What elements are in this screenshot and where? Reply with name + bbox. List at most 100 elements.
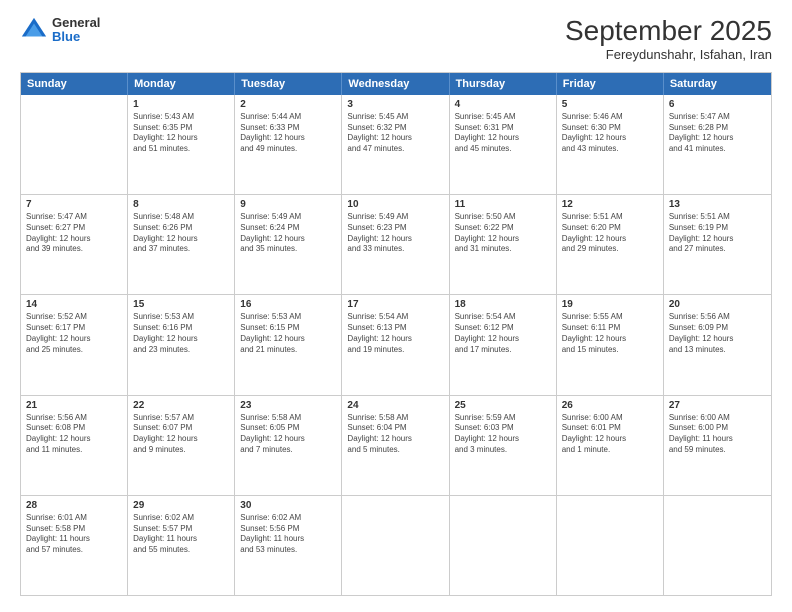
header-day-sunday: Sunday <box>21 73 128 95</box>
header-day-tuesday: Tuesday <box>235 73 342 95</box>
day-number: 4 <box>455 99 551 110</box>
day-number: 7 <box>26 199 122 210</box>
day-number: 1 <box>133 99 229 110</box>
cell-info: Sunrise: 6:01 AM Sunset: 5:58 PM Dayligh… <box>26 513 122 556</box>
day-number: 12 <box>562 199 658 210</box>
cell-info: Sunrise: 5:48 AM Sunset: 6:26 PM Dayligh… <box>133 212 229 255</box>
calendar-cell: 24 Sunrise: 5:58 AM Sunset: 6:04 PM Dayli… <box>342 396 449 495</box>
calendar-cell: 10 Sunrise: 5:49 AM Sunset: 6:23 PM Dayli… <box>342 195 449 294</box>
day-number: 16 <box>240 299 336 310</box>
calendar-cell: 16 Sunrise: 5:53 AM Sunset: 6:15 PM Dayli… <box>235 295 342 394</box>
day-number: 29 <box>133 500 229 511</box>
cell-info: Sunrise: 5:59 AM Sunset: 6:03 PM Dayligh… <box>455 413 551 456</box>
calendar-cell: 9 Sunrise: 5:49 AM Sunset: 6:24 PM Daylig… <box>235 195 342 294</box>
calendar-cell: 23Sunrise: 5:58 AM Sunset: 6:05 PM Dayli… <box>235 396 342 495</box>
calendar-cell: 17 Sunrise: 5:54 AM Sunset: 6:13 PM Dayli… <box>342 295 449 394</box>
day-number: 30 <box>240 500 336 511</box>
day-number: 11 <box>455 199 551 210</box>
calendar-row-1: 1 Sunrise: 5:43 AM Sunset: 6:35 PM Daylig… <box>21 95 771 195</box>
calendar-cell: 6 Sunrise: 5:47 AM Sunset: 6:28 PM Daylig… <box>664 95 771 194</box>
day-number: 24 <box>347 400 443 411</box>
header-day-wednesday: Wednesday <box>342 73 449 95</box>
calendar-cell: 27 Sunrise: 6:00 AM Sunset: 6:00 PM Dayli… <box>664 396 771 495</box>
header-day-friday: Friday <box>557 73 664 95</box>
cell-info: Sunrise: 5:49 AM Sunset: 6:23 PM Dayligh… <box>347 212 443 255</box>
day-number: 18 <box>455 299 551 310</box>
calendar-cell: 26 Sunrise: 6:00 AM Sunset: 6:01 PM Dayli… <box>557 396 664 495</box>
day-number: 17 <box>347 299 443 310</box>
cell-info: Sunrise: 5:51 AM Sunset: 6:19 PM Dayligh… <box>669 212 766 255</box>
calendar-cell: 1 Sunrise: 5:43 AM Sunset: 6:35 PM Daylig… <box>128 95 235 194</box>
calendar-cell <box>450 496 557 595</box>
calendar-header: SundayMondayTuesdayWednesdayThursdayFrid… <box>21 73 771 95</box>
day-number: 9 <box>240 199 336 210</box>
calendar-row-2: 7 Sunrise: 5:47 AM Sunset: 6:27 PM Daylig… <box>21 195 771 295</box>
calendar-cell: 13 Sunrise: 5:51 AM Sunset: 6:19 PM Dayli… <box>664 195 771 294</box>
cell-info: Sunrise: 5:53 AM Sunset: 6:16 PM Dayligh… <box>133 312 229 355</box>
day-number: 19 <box>562 299 658 310</box>
day-number: 21 <box>26 400 122 411</box>
cell-info: Sunrise: 5:45 AM Sunset: 6:31 PM Dayligh… <box>455 112 551 155</box>
cell-info: Sunrise: 5:45 AM Sunset: 6:32 PM Dayligh… <box>347 112 443 155</box>
cell-info: Sunrise: 5:43 AM Sunset: 6:35 PM Dayligh… <box>133 112 229 155</box>
calendar-row-4: 21 Sunrise: 5:56 AM Sunset: 6:08 PM Dayli… <box>21 396 771 496</box>
day-number: 6 <box>669 99 766 110</box>
calendar-cell: 28 Sunrise: 6:01 AM Sunset: 5:58 PM Dayli… <box>21 496 128 595</box>
calendar-cell: 3 Sunrise: 5:45 AM Sunset: 6:32 PM Daylig… <box>342 95 449 194</box>
cell-info: Sunrise: 5:54 AM Sunset: 6:13 PM Dayligh… <box>347 312 443 355</box>
cell-info: Sunrise: 6:02 AM Sunset: 5:57 PM Dayligh… <box>133 513 229 556</box>
header-day-monday: Monday <box>128 73 235 95</box>
logo: General Blue <box>20 16 100 45</box>
calendar-cell: 25 Sunrise: 5:59 AM Sunset: 6:03 PM Dayli… <box>450 396 557 495</box>
cell-info: Sunrise: 5:47 AM Sunset: 6:28 PM Dayligh… <box>669 112 766 155</box>
cell-info: Sunrise: 5:56 AM Sunset: 6:08 PM Dayligh… <box>26 413 122 456</box>
month-title: September 2025 <box>565 16 772 47</box>
cell-info: Sunrise: 5:50 AM Sunset: 6:22 PM Dayligh… <box>455 212 551 255</box>
cell-info: Sunrise: 6:00 AM Sunset: 6:00 PM Dayligh… <box>669 413 766 456</box>
day-number: 5 <box>562 99 658 110</box>
day-number: 27 <box>669 400 766 411</box>
calendar-cell <box>342 496 449 595</box>
calendar-cell: 14Sunrise: 5:52 AM Sunset: 6:17 PM Dayli… <box>21 295 128 394</box>
day-number: 28 <box>26 500 122 511</box>
cell-info: Sunrise: 6:00 AM Sunset: 6:01 PM Dayligh… <box>562 413 658 456</box>
day-number: 23 <box>240 400 336 411</box>
header-day-saturday: Saturday <box>664 73 771 95</box>
calendar-cell: 19Sunrise: 5:55 AM Sunset: 6:11 PM Dayli… <box>557 295 664 394</box>
day-number: 3 <box>347 99 443 110</box>
day-number: 25 <box>455 400 551 411</box>
cell-info: Sunrise: 5:46 AM Sunset: 6:30 PM Dayligh… <box>562 112 658 155</box>
calendar-cell <box>664 496 771 595</box>
cell-info: Sunrise: 5:54 AM Sunset: 6:12 PM Dayligh… <box>455 312 551 355</box>
logo-blue: Blue <box>52 30 100 44</box>
cell-info: Sunrise: 5:56 AM Sunset: 6:09 PM Dayligh… <box>669 312 766 355</box>
day-number: 8 <box>133 199 229 210</box>
calendar-cell: 2Sunrise: 5:44 AM Sunset: 6:33 PM Daylig… <box>235 95 342 194</box>
cell-info: Sunrise: 5:49 AM Sunset: 6:24 PM Dayligh… <box>240 212 336 255</box>
day-number: 26 <box>562 400 658 411</box>
calendar-row-5: 28 Sunrise: 6:01 AM Sunset: 5:58 PM Dayli… <box>21 496 771 595</box>
day-number: 13 <box>669 199 766 210</box>
calendar-cell: 21 Sunrise: 5:56 AM Sunset: 6:08 PM Dayli… <box>21 396 128 495</box>
calendar-cell <box>21 95 128 194</box>
page: General Blue September 2025 Fereydunshah… <box>0 0 792 612</box>
day-number: 10 <box>347 199 443 210</box>
cell-info: Sunrise: 5:57 AM Sunset: 6:07 PM Dayligh… <box>133 413 229 456</box>
calendar-cell: 15Sunrise: 5:53 AM Sunset: 6:16 PM Dayli… <box>128 295 235 394</box>
cell-info: Sunrise: 5:47 AM Sunset: 6:27 PM Dayligh… <box>26 212 122 255</box>
logo-general: General <box>52 16 100 30</box>
calendar-cell: 5 Sunrise: 5:46 AM Sunset: 6:30 PM Daylig… <box>557 95 664 194</box>
day-number: 20 <box>669 299 766 310</box>
title-block: September 2025 Fereydunshahr, Isfahan, I… <box>565 16 772 62</box>
day-number: 14 <box>26 299 122 310</box>
calendar-cell: 7 Sunrise: 5:47 AM Sunset: 6:27 PM Daylig… <box>21 195 128 294</box>
day-number: 22 <box>133 400 229 411</box>
calendar-cell: 30Sunrise: 6:02 AM Sunset: 5:56 PM Dayli… <box>235 496 342 595</box>
calendar-cell: 4 Sunrise: 5:45 AM Sunset: 6:31 PM Daylig… <box>450 95 557 194</box>
cell-info: Sunrise: 5:58 AM Sunset: 6:04 PM Dayligh… <box>347 413 443 456</box>
calendar-cell: 8 Sunrise: 5:48 AM Sunset: 6:26 PM Daylig… <box>128 195 235 294</box>
calendar-row-3: 14Sunrise: 5:52 AM Sunset: 6:17 PM Dayli… <box>21 295 771 395</box>
header-day-thursday: Thursday <box>450 73 557 95</box>
header: General Blue September 2025 Fereydunshah… <box>20 16 772 62</box>
cell-info: Sunrise: 5:53 AM Sunset: 6:15 PM Dayligh… <box>240 312 336 355</box>
